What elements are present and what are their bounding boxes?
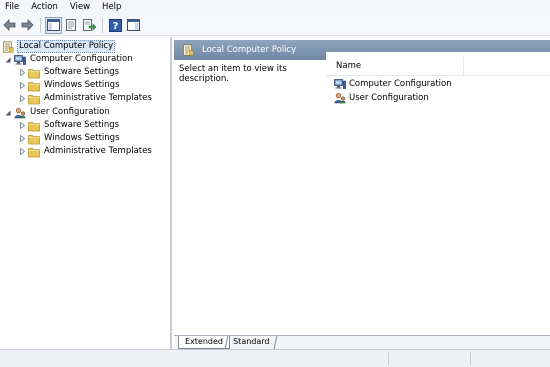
expand-arrow-icon[interactable] — [18, 145, 26, 158]
policy-icon — [182, 44, 194, 56]
tree-item-label: Administrative Templates — [44, 93, 152, 103]
expand-arrow-icon[interactable] — [18, 66, 26, 79]
export-list-icon — [83, 19, 96, 31]
tree-item-label: Software Settings — [44, 120, 120, 130]
list-item-label: Computer Configuration — [349, 78, 452, 89]
tree-item-label: User Configuration — [30, 107, 110, 117]
collapse-arrow-icon[interactable] — [4, 106, 12, 119]
tab-standard-label: Standard — [233, 337, 270, 346]
items-list[interactable]: Name Computer Configuration User Configu… — [326, 52, 550, 332]
computer-icon — [14, 54, 26, 66]
computer-icon — [334, 78, 346, 90]
folder-icon — [28, 80, 40, 92]
expand-arrow-icon[interactable] — [18, 132, 26, 145]
console-tree[interactable]: Local Computer Policy Computer Configura… — [0, 37, 172, 349]
tree-item-label: Windows Settings — [44, 133, 120, 143]
menu-view[interactable]: View — [64, 0, 96, 15]
tree-item-label: Local Computer Policy — [17, 40, 116, 53]
tree-item-software-settings[interactable]: Software Settings — [18, 119, 120, 132]
users-icon — [14, 107, 26, 119]
status-divider — [388, 352, 389, 365]
tree-item-software-settings[interactable]: Software Settings — [18, 66, 120, 79]
expand-arrow-icon[interactable] — [18, 92, 26, 105]
tab-extended[interactable]: Extended — [178, 336, 230, 349]
list-item-label: User Configuration — [349, 92, 429, 103]
folder-icon — [28, 146, 40, 158]
menu-file[interactable]: File — [0, 0, 25, 15]
list-column-header: Name — [326, 56, 550, 76]
tree-item-label: Administrative Templates — [44, 146, 152, 156]
show-hide-console-tree-button[interactable] — [45, 16, 62, 34]
menu-bar: File Action View Help — [0, 0, 550, 15]
help-icon: ? — [109, 18, 122, 32]
toolbar-separator — [40, 17, 41, 33]
menu-action[interactable]: Action — [25, 0, 64, 15]
svg-text:?: ? — [113, 21, 119, 32]
column-header-name[interactable]: Name — [326, 56, 464, 76]
tree-item-windows-settings[interactable]: Windows Settings — [18, 79, 121, 92]
status-bar — [0, 349, 550, 367]
tree-item-administrative-templates[interactable]: Administrative Templates — [18, 92, 153, 105]
tab-standard[interactable]: Standard — [224, 336, 278, 349]
tree-item-administrative-templates[interactable]: Administrative Templates — [18, 145, 153, 158]
expand-arrow-icon[interactable] — [18, 79, 26, 92]
list-item-user-configuration[interactable]: User Configuration — [334, 91, 429, 104]
back-button[interactable] — [1, 17, 18, 34]
properties-icon — [66, 19, 76, 31]
back-arrow-icon — [3, 19, 16, 31]
show-hide-console-tree-icon — [47, 19, 60, 31]
result-pane-title: Local Computer Policy — [202, 45, 297, 55]
folder-icon — [28, 67, 40, 79]
toolbar-separator — [102, 17, 103, 33]
folder-icon — [28, 133, 40, 145]
forward-arrow-icon — [21, 19, 34, 31]
toolbar: ? — [0, 15, 550, 36]
tree-item-computer-configuration[interactable]: Computer Configuration — [4, 53, 134, 66]
collapse-arrow-icon[interactable] — [4, 53, 12, 66]
folder-icon — [28, 120, 40, 132]
menu-help[interactable]: Help — [96, 0, 127, 15]
tree-item-windows-settings[interactable]: Windows Settings — [18, 132, 121, 145]
result-pane: Local Computer Policy Select an item to … — [174, 37, 550, 349]
tree-item-local-computer-policy[interactable]: Local Computer Policy — [2, 40, 116, 53]
expand-arrow-icon[interactable] — [18, 119, 26, 132]
tree-item-label: Windows Settings — [44, 80, 120, 90]
properties-button[interactable] — [63, 17, 80, 34]
forward-button[interactable] — [19, 17, 36, 34]
tree-item-label: Software Settings — [44, 67, 120, 77]
folder-icon — [28, 93, 40, 105]
view-tabs: Extended Standard — [174, 335, 550, 349]
export-list-button[interactable] — [81, 17, 98, 34]
tree-item-label: Computer Configuration — [30, 54, 133, 64]
list-item-computer-configuration[interactable]: Computer Configuration — [334, 77, 452, 90]
users-icon — [334, 92, 346, 104]
policy-icon — [2, 41, 14, 53]
show-hide-action-pane-button[interactable] — [125, 17, 142, 34]
status-divider — [470, 352, 471, 365]
description-text: Select an item to view its description. — [179, 64, 287, 84]
show-hide-action-pane-icon — [127, 19, 140, 31]
help-button[interactable]: ? — [107, 17, 124, 34]
tree-item-user-configuration[interactable]: User Configuration — [4, 106, 111, 119]
